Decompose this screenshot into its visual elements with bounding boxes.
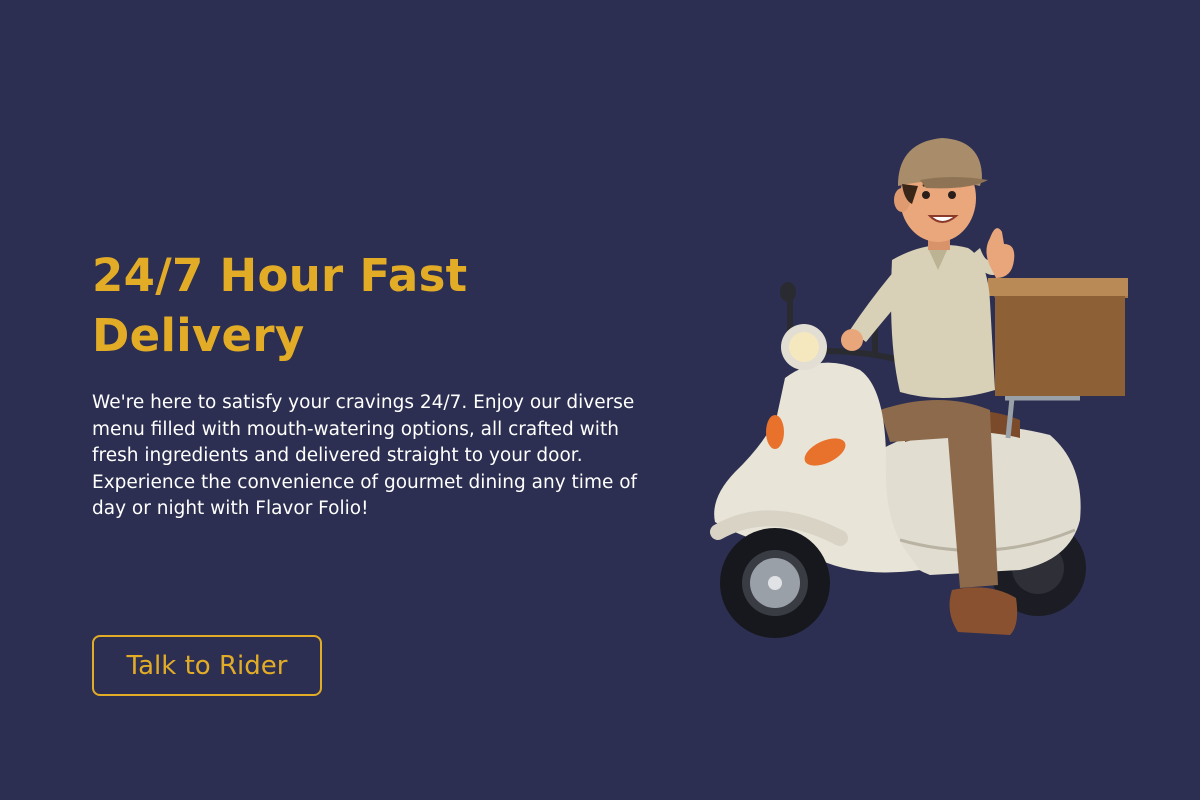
delivery-hero-section: 24/7 Hour Fast Delivery We're here to sa… bbox=[0, 0, 1200, 800]
indicator-light-left bbox=[766, 415, 784, 449]
hero-description: We're here to satisfy your cravings 24/7… bbox=[92, 392, 638, 519]
hero-content: 24/7 Hour Fast Delivery We're here to sa… bbox=[92, 246, 652, 523]
headline-line-2: Delivery bbox=[92, 309, 305, 362]
headline-line-1: 24/7 Hour Fast bbox=[92, 249, 468, 302]
talk-to-rider-button[interactable]: Talk to Rider bbox=[92, 635, 322, 696]
delivery-rider-scooter-icon bbox=[710, 138, 1128, 638]
headlight bbox=[789, 332, 819, 362]
delivery-box bbox=[988, 278, 1128, 396]
hero-headline: 24/7 Hour Fast Delivery bbox=[92, 246, 652, 366]
mirror-left bbox=[780, 282, 796, 302]
rider-shoe bbox=[949, 587, 1018, 635]
front-wheel bbox=[720, 528, 830, 638]
